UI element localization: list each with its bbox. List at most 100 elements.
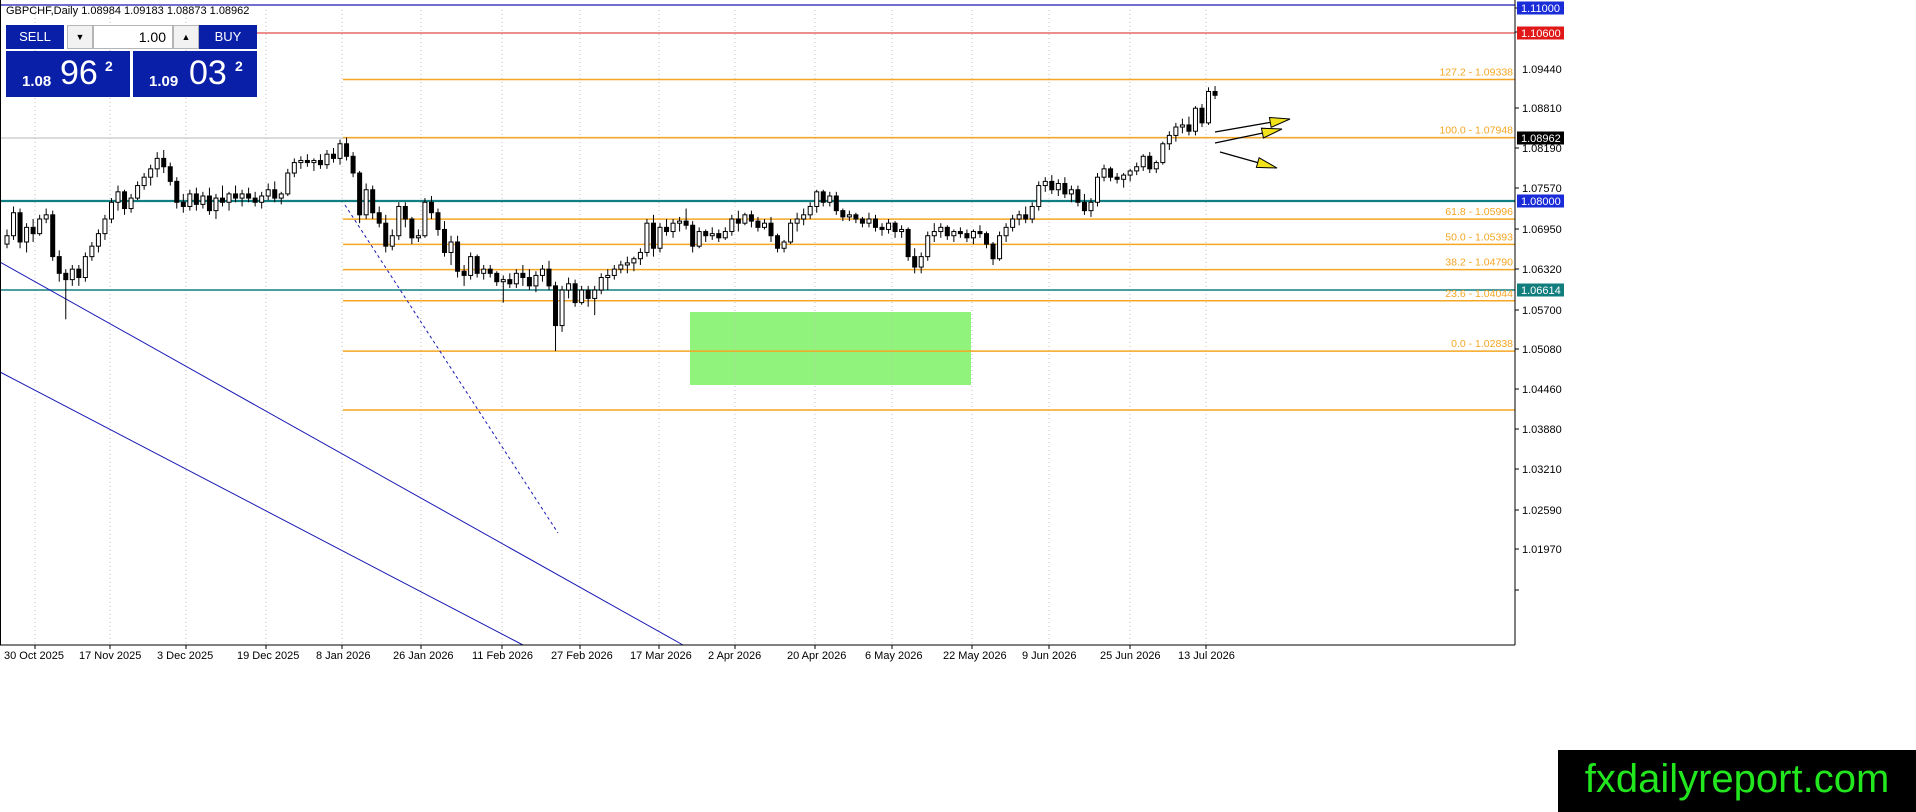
candle-body xyxy=(801,214,807,220)
buy-button[interactable]: BUY xyxy=(199,25,257,49)
candle-body xyxy=(135,185,141,199)
candle-body xyxy=(592,289,598,299)
candle-body xyxy=(683,220,689,226)
x-axis-tick-label: 22 May 2026 xyxy=(943,650,1007,662)
candle-body xyxy=(415,235,421,239)
candle-body xyxy=(585,289,591,299)
candle-body xyxy=(696,231,702,247)
candle-body xyxy=(1068,189,1074,195)
candle-body xyxy=(461,270,467,276)
bid-price-prefix: 1.08 xyxy=(22,73,52,90)
candle-body xyxy=(89,245,95,258)
candle-body xyxy=(1140,155,1146,168)
candle-body xyxy=(664,226,670,233)
candle xyxy=(17,208,23,249)
candle-body xyxy=(213,197,219,212)
candle-body xyxy=(1206,91,1212,124)
candle-body xyxy=(409,218,415,239)
candle-body xyxy=(206,195,212,212)
candle-body xyxy=(859,218,865,224)
candle-body xyxy=(1147,155,1153,170)
candle xyxy=(396,202,402,240)
candle-body xyxy=(1055,182,1061,191)
volume-input[interactable] xyxy=(93,25,173,49)
candle-body xyxy=(455,241,461,272)
candle-body xyxy=(716,233,722,239)
x-axis-tick-label: 26 Jan 2026 xyxy=(393,650,454,662)
fib-level-label: 50.0 - 1.05393 xyxy=(1445,231,1513,243)
candle xyxy=(742,212,748,226)
candle-body xyxy=(468,256,474,276)
candle-body xyxy=(761,222,767,228)
x-axis-tick-label: 17 Nov 2025 xyxy=(79,650,141,662)
volume-increase-button[interactable]: ▲ xyxy=(173,25,199,49)
candle-body xyxy=(918,256,924,268)
candle-body xyxy=(1166,134,1172,145)
x-axis-tick-label: 3 Dec 2025 xyxy=(157,650,213,662)
candle-body xyxy=(637,251,643,260)
candle-body xyxy=(598,277,604,291)
candle-body xyxy=(278,193,284,199)
candle-body xyxy=(1179,124,1185,128)
fib-level-label: 127.2 - 1.09338 xyxy=(1439,66,1513,78)
candle-body xyxy=(644,222,650,253)
candle-body xyxy=(17,212,23,243)
candle-body xyxy=(951,231,957,237)
y-axis-tick-label: 1.09440 xyxy=(1522,64,1562,76)
candle xyxy=(657,223,663,253)
candle-body xyxy=(807,205,813,216)
chart-background xyxy=(0,0,1916,812)
candle-body xyxy=(435,212,441,230)
y-axis-tick-label: 1.01970 xyxy=(1522,544,1562,556)
candle-body xyxy=(1042,180,1048,187)
candle-body xyxy=(487,268,493,274)
candle xyxy=(788,219,794,245)
fib-level-label: 23.6 - 1.04044 xyxy=(1445,288,1513,300)
x-axis-tick-label: 30 Oct 2025 xyxy=(4,650,64,662)
price-chart[interactable]: 127.2 - 1.09338 100.0 - 1.07948 61.8 - 1.0… xyxy=(0,0,1916,812)
price-badge: 1.10600 xyxy=(1517,26,1564,40)
candle-body xyxy=(219,197,225,203)
ask-price-pips: 03 xyxy=(189,54,227,92)
bid-price-button[interactable]: 1.08 96 2 xyxy=(6,51,130,97)
candle-body xyxy=(1114,176,1120,180)
x-axis-tick-label: 2 Apr 2026 xyxy=(708,650,761,662)
candle-body xyxy=(1003,226,1009,237)
candle xyxy=(1206,87,1212,125)
volume-decrease-button[interactable]: ▼ xyxy=(67,25,93,49)
x-axis-tick-label: 20 Apr 2026 xyxy=(787,650,846,662)
ask-price-button[interactable]: 1.09 03 2 xyxy=(133,51,257,97)
candle-body xyxy=(546,268,552,287)
candle-body xyxy=(259,195,265,203)
candle-body xyxy=(755,220,761,228)
candle-body xyxy=(200,195,206,205)
candle-body xyxy=(794,218,800,224)
candle-body xyxy=(311,159,317,164)
candle-body xyxy=(442,228,448,253)
candle-body xyxy=(428,201,434,214)
candle-body xyxy=(1062,182,1068,195)
candle-body xyxy=(729,218,735,233)
candle-body xyxy=(4,235,10,245)
candle-body xyxy=(1186,124,1192,132)
candle-body xyxy=(291,162,297,174)
candle-body xyxy=(1101,168,1107,178)
candle-body xyxy=(690,224,696,247)
sell-button[interactable]: SELL xyxy=(6,25,64,49)
candle-body xyxy=(317,159,323,166)
candle-body xyxy=(239,193,245,199)
candle xyxy=(644,219,650,257)
candle-body xyxy=(76,268,82,279)
candle-body xyxy=(193,193,199,205)
candle-body xyxy=(520,272,526,279)
y-axis-tick-label: 1.08810 xyxy=(1522,103,1562,115)
candle-body xyxy=(944,226,950,237)
candle-body xyxy=(670,222,676,233)
candle-body xyxy=(122,191,128,210)
candle-body xyxy=(788,222,794,243)
candle-body xyxy=(481,268,487,274)
candle xyxy=(350,152,356,178)
candle-body xyxy=(154,157,160,170)
candle-body xyxy=(977,231,983,235)
candle-body xyxy=(990,243,996,260)
